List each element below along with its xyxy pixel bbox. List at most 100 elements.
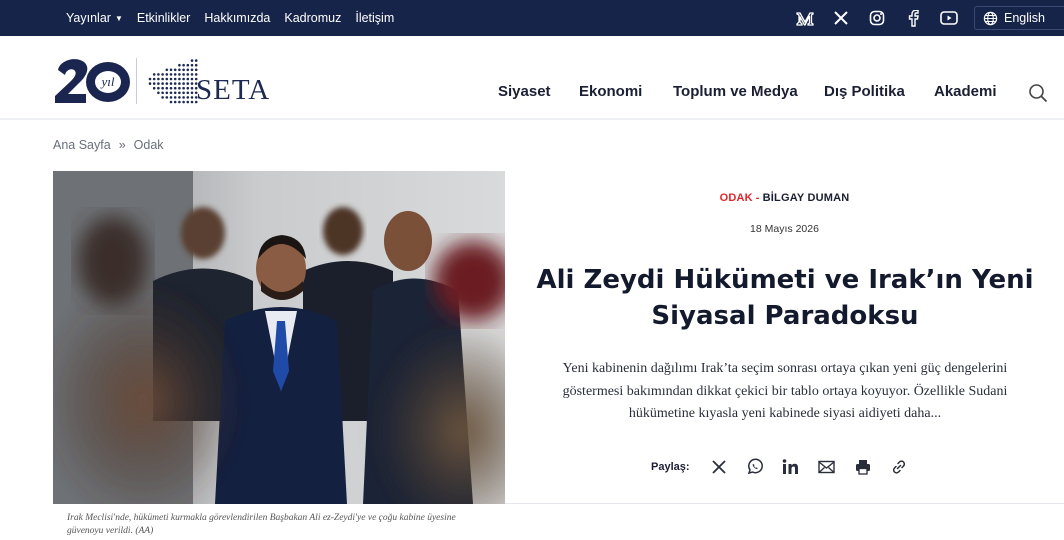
logo-dot bbox=[152, 82, 156, 85]
logo-dot bbox=[152, 86, 156, 90]
logo-dot bbox=[190, 68, 194, 72]
logo-dot bbox=[169, 82, 173, 85]
share-whatsapp-icon[interactable] bbox=[744, 456, 766, 478]
logo-dot bbox=[169, 91, 173, 95]
logo-dot bbox=[169, 100, 173, 104]
nav-toplum-ve-medya[interactable]: Toplum ve Medya bbox=[673, 83, 798, 100]
logo-dot bbox=[161, 73, 164, 76]
share-x-icon[interactable] bbox=[708, 456, 730, 478]
share-linkedin-icon[interactable] bbox=[780, 456, 802, 478]
nav-ekonomi[interactable]: Ekonomi bbox=[579, 83, 642, 100]
logo-dot bbox=[190, 63, 194, 67]
seta-logo-mark[interactable] bbox=[146, 50, 198, 115]
social-links bbox=[796, 0, 958, 36]
logo-dot bbox=[186, 91, 190, 95]
logo-dot bbox=[148, 82, 152, 85]
logo-dot bbox=[169, 73, 173, 76]
logo-dot bbox=[157, 77, 160, 81]
logo-dot bbox=[165, 77, 169, 81]
logo-dot bbox=[173, 82, 177, 85]
topnav-item-iletisim[interactable]: İletişim bbox=[355, 11, 394, 25]
topnav-item-hakkimizda[interactable]: Hakkımızda bbox=[204, 11, 270, 25]
logo-dot bbox=[178, 77, 181, 81]
topnav-item-label: Yayınlar bbox=[66, 11, 111, 25]
logo-dot bbox=[169, 96, 173, 99]
logo-dot bbox=[186, 63, 190, 67]
language-label: English bbox=[1004, 11, 1045, 25]
medium-icon[interactable] bbox=[796, 9, 814, 27]
breadcrumb-home[interactable]: Ana Sayfa bbox=[53, 138, 111, 152]
logo-dot bbox=[194, 68, 198, 72]
logo-dot bbox=[190, 82, 194, 85]
logo-dot bbox=[194, 63, 198, 67]
logo-dot bbox=[178, 96, 181, 99]
breadcrumb-separator: » bbox=[118, 138, 126, 152]
anniversary-logo[interactable]: yıl bbox=[52, 52, 132, 113]
logo-dot bbox=[186, 77, 190, 81]
globe-icon bbox=[983, 11, 998, 25]
logo-dot bbox=[182, 100, 185, 104]
logo-dot bbox=[161, 86, 164, 90]
logo-dot bbox=[190, 100, 194, 104]
breadcrumb-current[interactable]: Odak bbox=[134, 138, 164, 152]
logo-dot bbox=[182, 96, 185, 99]
article-title[interactable]: Ali Zeydi Hükümeti ve Irak’ın Yeni Siyas… bbox=[520, 262, 1050, 334]
top-navigation: Yayınlar ▼ Etkinlikler Hakkımızda Kadromu… bbox=[66, 0, 394, 36]
article-author[interactable]: BİLGAY DUMAN bbox=[763, 192, 850, 204]
article-photo[interactable] bbox=[53, 171, 505, 504]
logo-dot bbox=[169, 86, 173, 90]
logo-dot bbox=[157, 82, 160, 85]
logo-dot bbox=[182, 86, 185, 90]
logo-badge-text: yıl bbox=[100, 74, 115, 89]
logo-dot bbox=[165, 86, 169, 90]
nav-dis-politika[interactable]: Dış Politika bbox=[824, 83, 905, 100]
site-header: yıl SETA Siyaset Ekonomi Toplum ve Medya… bbox=[0, 36, 1064, 120]
nav-siyaset[interactable]: Siyaset bbox=[498, 83, 551, 100]
logo-dot bbox=[178, 73, 181, 76]
language-switch[interactable]: English bbox=[974, 6, 1064, 30]
logo-dot bbox=[178, 100, 181, 104]
logo-dot bbox=[157, 73, 160, 76]
search-icon[interactable] bbox=[1028, 83, 1048, 108]
instagram-icon[interactable] bbox=[868, 9, 886, 27]
logo-dot bbox=[182, 73, 185, 76]
logo-dot bbox=[173, 91, 177, 95]
logo-dot bbox=[186, 68, 190, 72]
logo-dot bbox=[161, 77, 164, 81]
logo-dot bbox=[169, 68, 173, 72]
logo-dot bbox=[178, 82, 181, 85]
logo-dot bbox=[161, 96, 164, 99]
logo-dot bbox=[165, 91, 169, 95]
logo-dot bbox=[190, 77, 194, 81]
youtube-icon[interactable] bbox=[940, 9, 958, 27]
logo-dot bbox=[173, 77, 177, 81]
logo-dot bbox=[157, 91, 160, 95]
share-link-icon[interactable] bbox=[888, 456, 910, 478]
x-icon[interactable] bbox=[832, 9, 850, 27]
logo-dot bbox=[178, 91, 181, 95]
share-print-icon[interactable] bbox=[852, 456, 874, 478]
logo-dot bbox=[186, 96, 190, 99]
logo-dot bbox=[186, 100, 190, 104]
topnav-item-yayinlar[interactable]: Yayınlar ▼ bbox=[66, 11, 123, 25]
logo-dot bbox=[190, 91, 194, 95]
logo-dot bbox=[165, 68, 169, 72]
meta-separator: - bbox=[755, 192, 760, 204]
logo-dot bbox=[157, 86, 160, 90]
facebook-icon[interactable] bbox=[904, 9, 922, 27]
share-email-icon[interactable] bbox=[816, 456, 838, 478]
seta-logo-text[interactable]: SETA bbox=[196, 74, 270, 107]
article-category[interactable]: ODAK bbox=[720, 192, 753, 204]
logo-dot bbox=[173, 86, 177, 90]
topnav-item-etkinlikler[interactable]: Etkinlikler bbox=[137, 11, 191, 25]
logo-dot bbox=[161, 91, 164, 95]
article-meta: ODAK - BİLGAY DUMAN bbox=[505, 192, 1064, 204]
article-date: 18 Mayıs 2026 bbox=[750, 223, 819, 235]
logo-dot bbox=[152, 73, 156, 76]
topnav-item-kadromuz[interactable]: Kadromuz bbox=[284, 11, 341, 25]
caret-down-icon: ▼ bbox=[114, 14, 123, 23]
nav-akademi[interactable]: Akademi bbox=[934, 83, 997, 100]
breadcrumb: Ana Sayfa » Odak bbox=[53, 138, 164, 152]
logo-dot bbox=[182, 68, 185, 72]
logo-dot bbox=[165, 73, 169, 76]
